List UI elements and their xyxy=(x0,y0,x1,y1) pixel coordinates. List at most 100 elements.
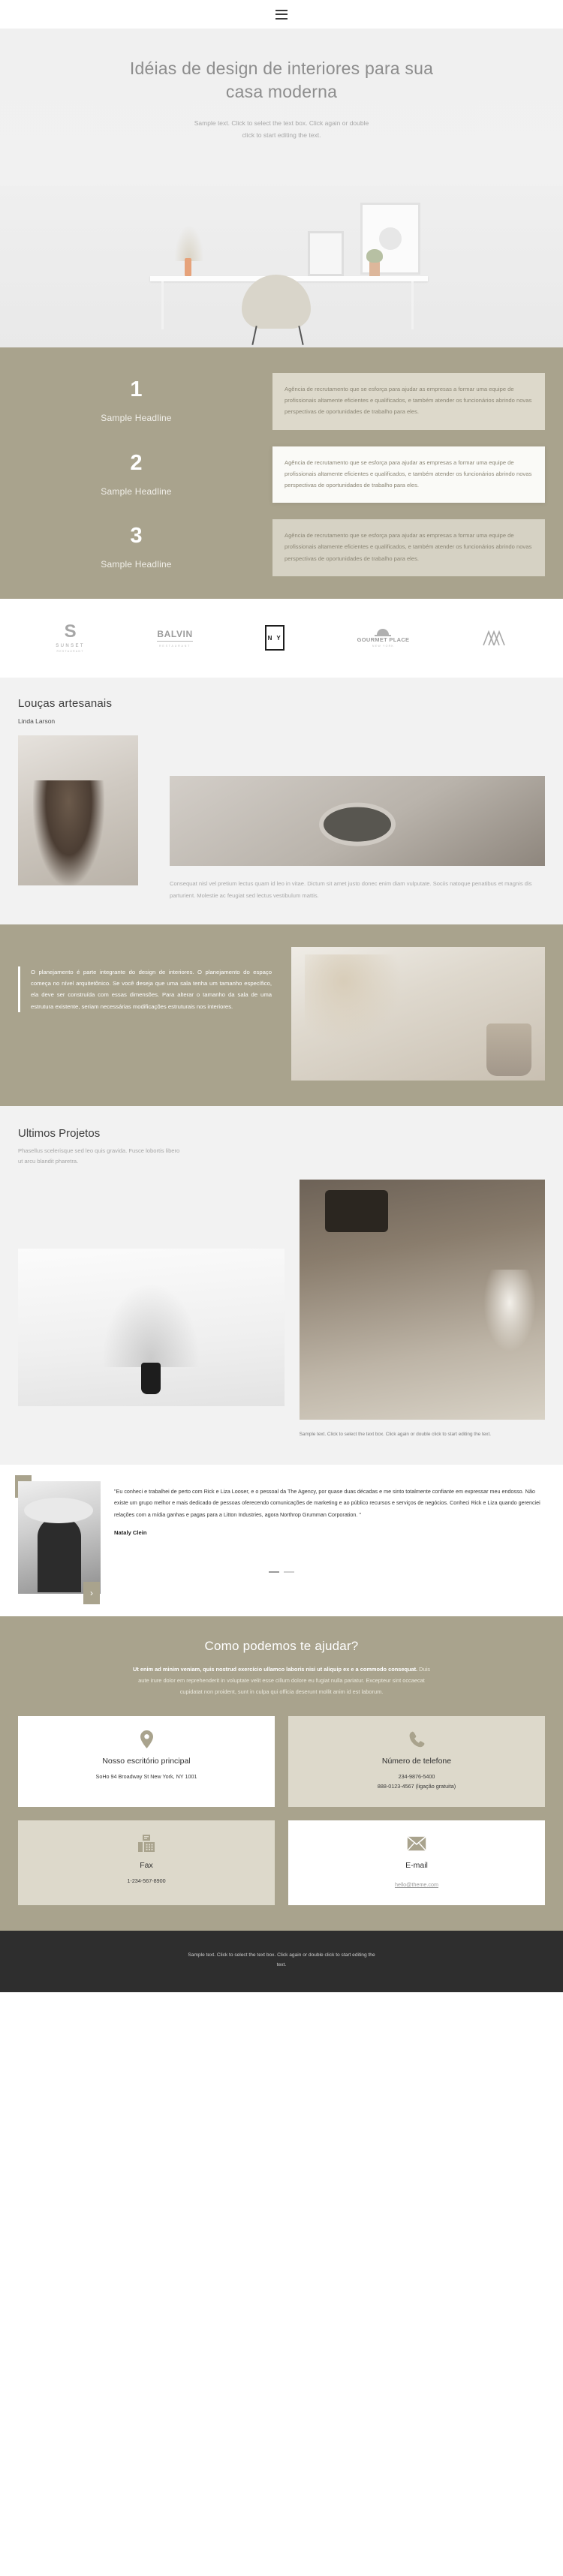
ceramics-paragraph: Consequat nisl vel pretium lectus quam i… xyxy=(170,879,532,899)
contact-card-title: Número de telefone xyxy=(381,1756,452,1766)
hero-interior-photo xyxy=(0,186,563,347)
pampas-grass-photo xyxy=(291,946,545,1081)
projects-section: Ultimos Projetos Phasellus scelerisque s… xyxy=(0,1105,563,1465)
desk-leg-left xyxy=(161,281,164,329)
testimonial-next-button[interactable]: › xyxy=(83,1582,100,1605)
planning-quote: O planejamento é parte integrante do des… xyxy=(18,966,272,1013)
mountains-icon xyxy=(483,630,505,646)
step-number: 1 xyxy=(130,377,143,402)
woman-in-hat-photo xyxy=(18,1481,101,1595)
step-item: 1 Sample Headline Agência de recrutament… xyxy=(0,373,563,430)
gourmet-logo-sub: NEW YORK xyxy=(372,644,395,648)
testimonial-author: Nataly Clein xyxy=(114,1528,147,1536)
contact-card-title: E-mail xyxy=(405,1860,428,1870)
gourmet-place-logo[interactable]: GOURMET PLACE NEW YORK xyxy=(357,628,410,648)
testimonial-pagination[interactable] xyxy=(0,1571,563,1574)
contact-card-email: E-mail hello@theme.com xyxy=(288,1820,545,1905)
ceramics-section: Louças artesanais Linda Larson Consequat… xyxy=(0,677,563,924)
step-headline: Sample Headline xyxy=(101,413,172,424)
gourmet-logo-name: GOURMET PLACE xyxy=(357,636,410,643)
potted-plant xyxy=(366,249,383,278)
dried-branch xyxy=(174,225,204,261)
sunset-logo-name: SUNSET xyxy=(56,643,85,648)
sunset-logo-mark: S xyxy=(64,621,77,642)
step-left: 3 Sample Headline xyxy=(0,525,272,570)
testimonial-photo-wrap xyxy=(18,1481,101,1595)
hero-title: Idéias de design de interiores para sua … xyxy=(129,59,434,102)
contact-card-line1: 234-9876-5400 xyxy=(398,1772,435,1780)
mountains-logo[interactable] xyxy=(482,630,507,646)
steps-section: 1 Sample Headline Agência de recrutament… xyxy=(0,347,563,599)
projects-right-column: Sample text. Click to select the text bo… xyxy=(299,1180,545,1439)
step-headline: Sample Headline xyxy=(101,559,172,570)
contact-blurb-bold: Ut enim ad minim veniam, quis nostrud ex… xyxy=(133,1666,418,1673)
ceramics-title: Louças artesanais xyxy=(18,696,113,710)
testimonial-quote: "Eu conheci e trabalhei de perto com Ric… xyxy=(114,1488,540,1518)
projects-title: Ultimos Projetos xyxy=(18,1126,101,1140)
contact-card-title: Fax xyxy=(140,1860,153,1870)
contact-card-line1: SoHo 94 Broadway St New York, NY 1001 xyxy=(95,1772,197,1780)
footer-text: Sample text. Click to select the text bo… xyxy=(188,1952,375,1967)
step-item: 3 Sample Headline Agência de recrutament… xyxy=(0,519,563,576)
contact-section: Como podemos te ajudar? Ut enim ad minim… xyxy=(0,1616,563,1931)
contact-card-title: Nosso escritório principal xyxy=(102,1756,191,1766)
step-card: Agência de recrutamento que se esforça p… xyxy=(272,446,545,503)
hero-subtitle: Sample text. Click to select the text bo… xyxy=(194,119,369,140)
testimonial-section: ‹ "Eu conheci e trabalhei de perto com R… xyxy=(0,1465,563,1617)
burger-line xyxy=(275,17,288,20)
projects-lead: Phasellus scelerisque sed leo quis gravi… xyxy=(18,1147,180,1165)
ny-logo-box: N Y xyxy=(265,625,285,651)
testimonial-body: "Eu conheci e trabalhei de perto com Ric… xyxy=(114,1481,545,1535)
sunset-logo[interactable]: S SUNSET RESTAURANT xyxy=(56,621,85,653)
projects-left-column xyxy=(18,1180,285,1407)
projects-caption: Sample text. Click to select the text bo… xyxy=(299,1432,492,1438)
black-vase-photo xyxy=(18,1249,285,1407)
phone-icon xyxy=(296,1730,537,1749)
contact-card-fax: Fax 1-234-567-8900 xyxy=(18,1820,275,1905)
contact-card-office: Nosso escritório principal SoHo 94 Broad… xyxy=(18,1715,275,1807)
dried-stems xyxy=(98,1277,204,1368)
cloche-icon xyxy=(375,628,392,636)
contact-card-line1: 1-234-567-8900 xyxy=(127,1877,166,1884)
pagination-dot[interactable] xyxy=(284,1571,294,1574)
step-card: Agência de recrutamento que se esforça p… xyxy=(272,373,545,430)
contact-card-phone: Número de telefone 234-9876-5400 888-012… xyxy=(288,1715,545,1807)
sunset-logo-sub: RESTAURANT xyxy=(56,649,84,653)
ny-logo[interactable]: N Y xyxy=(265,625,285,651)
desk-leg-right xyxy=(411,281,414,329)
step-number: 2 xyxy=(130,450,143,475)
step-item: 2 Sample Headline Agência de recrutament… xyxy=(0,446,563,503)
ceramics-right-column: Consequat nisl vel pretium lectus quam i… xyxy=(170,735,545,902)
step-left: 1 Sample Headline xyxy=(0,377,272,424)
envelope-icon xyxy=(296,1834,537,1853)
balvin-logo[interactable]: BALVIN RESTAURANT xyxy=(157,629,193,648)
step-number: 3 xyxy=(130,524,143,549)
wooden-lamp-photo xyxy=(299,1180,545,1420)
balvin-logo-sub: RESTAURANT xyxy=(159,644,191,648)
picture-frame-small xyxy=(308,231,344,276)
planning-left-column: O planejamento é parte integrante do des… xyxy=(18,947,272,1013)
step-card: Agência de recrutamento que se esforça p… xyxy=(272,519,545,576)
contact-blurb: Ut enim ad minim veniam, quis nostrud ex… xyxy=(128,1664,435,1697)
step-headline: Sample Headline xyxy=(101,485,172,497)
terracotta-vase xyxy=(185,258,191,278)
ceramics-left-column xyxy=(18,735,138,885)
hero-section: Idéias de design de interiores para sua … xyxy=(0,29,563,347)
step-left: 2 Sample Headline xyxy=(0,452,272,497)
burger-line xyxy=(275,9,288,11)
planning-section: O planejamento é parte integrante do des… xyxy=(0,924,563,1106)
hamburger-menu-icon[interactable] xyxy=(275,9,288,20)
partner-logos-section: S SUNSET RESTAURANT BALVIN RESTAURANT N … xyxy=(0,598,563,678)
woman-with-ceramics-photo xyxy=(18,735,138,885)
burger-line xyxy=(275,14,288,15)
contact-title: Como podemos te ajudar? xyxy=(204,1639,359,1654)
planning-right-column xyxy=(291,946,545,1081)
map-pin-icon xyxy=(26,1730,267,1749)
fax-icon xyxy=(26,1834,267,1853)
stacked-bowls-photo xyxy=(170,775,545,866)
ceramics-author: Linda Larson xyxy=(18,717,56,725)
site-footer: Sample text. Click to select the text bo… xyxy=(0,1930,563,1993)
balvin-logo-name: BALVIN xyxy=(157,629,193,642)
pagination-dot[interactable] xyxy=(269,1571,279,1574)
contact-email-link[interactable]: hello@theme.com xyxy=(395,1881,438,1888)
